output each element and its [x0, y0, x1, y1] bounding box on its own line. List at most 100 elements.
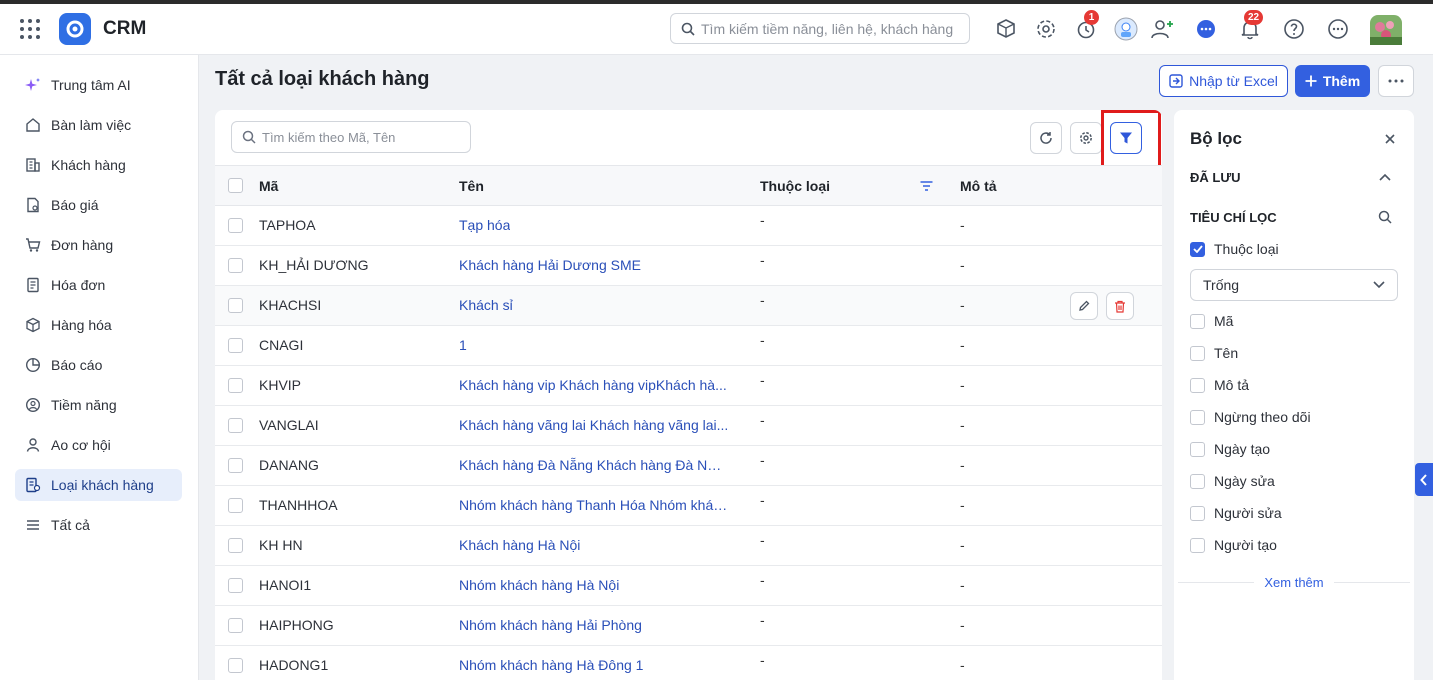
table-row[interactable]: KH HN Khách hàng Hà Nội - -: [215, 526, 1162, 566]
cell-name-link[interactable]: Khách hàng vãng lai Khách hàng vãng lai.…: [459, 417, 728, 433]
table-row[interactable]: CNAGI 1 - -: [215, 326, 1162, 366]
table-row[interactable]: DANANG Khách hàng Đà Nẵng Khách hàng Đà N…: [215, 446, 1162, 486]
row-checkbox[interactable]: [228, 298, 243, 313]
filter-option[interactable]: Mô tả: [1190, 377, 1249, 393]
checkbox[interactable]: [1190, 409, 1205, 425]
column-header-name[interactable]: Tên: [459, 166, 484, 205]
row-checkbox[interactable]: [228, 458, 243, 473]
checkbox[interactable]: [1190, 313, 1205, 329]
cell-name-link[interactable]: Khách hàng Đà Nẵng Khách hàng Đà Nẵn...: [459, 457, 729, 473]
settings-gear-icon[interactable]: [1034, 17, 1058, 41]
global-search-input[interactable]: [701, 20, 961, 37]
column-header-code[interactable]: Mã: [259, 166, 278, 205]
sidebar-item-products[interactable]: Hàng hóa: [15, 309, 182, 341]
sidebar-item-quotes[interactable]: Báo giá: [15, 189, 182, 221]
row-checkbox[interactable]: [228, 418, 243, 433]
app-grid-icon[interactable]: [20, 19, 40, 39]
assistant-avatar-icon[interactable]: [1114, 17, 1138, 41]
row-checkbox[interactable]: [228, 378, 243, 393]
filter-option[interactable]: Người sửa: [1190, 505, 1282, 521]
row-checkbox[interactable]: [228, 218, 243, 233]
table-row[interactable]: HADONG1 Nhóm khách hàng Hà Đông 1 - -: [215, 646, 1162, 680]
sidebar-item-customers[interactable]: Khách hàng: [15, 149, 182, 181]
help-icon[interactable]: [1282, 17, 1306, 41]
cell-name-link[interactable]: Khách hàng Hà Nội: [459, 537, 580, 553]
cell-name-link[interactable]: 1: [459, 337, 467, 353]
global-search[interactable]: [670, 13, 970, 44]
add-button[interactable]: Thêm: [1295, 65, 1370, 97]
sidebar-item-workspace[interactable]: Bàn làm việc: [15, 109, 182, 141]
collapse-panel-tab[interactable]: [1415, 463, 1433, 496]
user-avatar[interactable]: [1370, 15, 1402, 45]
row-checkbox[interactable]: [228, 578, 243, 593]
filter-option[interactable]: Ngừng theo dõi: [1190, 409, 1311, 425]
cell-name-link[interactable]: Nhóm khách hàng Hà Nội: [459, 577, 619, 593]
filter-option[interactable]: Mã: [1190, 313, 1233, 329]
column-header-desc[interactable]: Mô tả: [960, 166, 997, 205]
bell-icon[interactable]: 22: [1238, 10, 1264, 41]
filter-option[interactable]: Tên: [1190, 345, 1238, 361]
reminder-clock-icon[interactable]: 1: [1074, 10, 1099, 41]
table-row[interactable]: KH_HẢI DƯƠNG Khách hàng Hải Dương SME - -: [215, 246, 1162, 286]
row-checkbox[interactable]: [228, 498, 243, 513]
table-row[interactable]: HANOI1 Nhóm khách hàng Hà Nội - -: [215, 566, 1162, 606]
list-settings-button[interactable]: [1070, 122, 1102, 154]
sidebar-item-customer-types[interactable]: Loại khách hàng: [15, 469, 182, 501]
table-row[interactable]: TAPHOA Tạp hóa - -: [215, 206, 1162, 246]
column-filter-icon[interactable]: [920, 166, 933, 205]
checkbox[interactable]: [1190, 377, 1205, 393]
box-search-icon[interactable]: [994, 17, 1018, 41]
cell-name-link[interactable]: Nhóm khách hàng Hải Phòng: [459, 617, 642, 633]
filter-option[interactable]: Ngày sửa: [1190, 473, 1275, 489]
sidebar-item-leads[interactable]: Tiềm năng: [15, 389, 182, 421]
list-search[interactable]: [231, 121, 471, 153]
checkbox[interactable]: [1190, 505, 1205, 521]
type-value-select[interactable]: Trống: [1190, 269, 1398, 301]
column-header-type[interactable]: Thuộc loại: [760, 166, 830, 205]
sidebar-item-opportunities[interactable]: Ao cơ hội: [15, 429, 182, 461]
select-all-checkbox[interactable]: [228, 178, 243, 193]
sidebar-item-invoices[interactable]: Hóa đơn: [15, 269, 182, 301]
table-row[interactable]: HAIPHONG Nhóm khách hàng Hải Phòng - -: [215, 606, 1162, 646]
filter-option[interactable]: Ngày tạo: [1190, 441, 1270, 457]
chat-icon[interactable]: [1194, 17, 1218, 41]
import-excel-button[interactable]: Nhập từ Excel: [1159, 65, 1288, 97]
see-more-link[interactable]: Xem thêm: [1254, 575, 1333, 590]
saved-filters-heading[interactable]: ĐÃ LƯU: [1190, 170, 1241, 185]
filter-option-type[interactable]: Thuộc loại: [1190, 241, 1279, 257]
chevron-up-icon[interactable]: [1375, 167, 1395, 187]
delete-button[interactable]: [1106, 292, 1134, 320]
cell-name-link[interactable]: Khách hàng Hải Dương SME: [459, 257, 641, 273]
edit-button[interactable]: [1070, 292, 1098, 320]
row-checkbox[interactable]: [228, 338, 243, 353]
criteria-search-icon[interactable]: [1375, 207, 1395, 227]
row-checkbox[interactable]: [228, 258, 243, 273]
checkbox[interactable]: [1190, 345, 1205, 361]
checkbox[interactable]: [1190, 473, 1205, 489]
row-checkbox[interactable]: [228, 658, 243, 673]
list-search-input[interactable]: [262, 129, 462, 145]
cell-name-link[interactable]: Nhóm khách hàng Hà Đông 1: [459, 657, 643, 673]
page-more-button[interactable]: [1378, 65, 1414, 97]
more-options-icon[interactable]: [1326, 17, 1350, 41]
table-row[interactable]: KHVIP Khách hàng vip Khách hàng vipKhách …: [215, 366, 1162, 406]
filter-option[interactable]: Người tạo: [1190, 537, 1277, 553]
cell-name-link[interactable]: Khách sỉ: [459, 297, 513, 313]
row-checkbox[interactable]: [228, 618, 243, 633]
row-checkbox[interactable]: [228, 538, 243, 553]
refresh-button[interactable]: [1030, 122, 1062, 154]
cell-name-link[interactable]: Tạp hóa: [459, 217, 510, 233]
crm-logo-icon[interactable]: [59, 13, 91, 45]
sidebar-item-all[interactable]: Tất cả: [15, 509, 182, 541]
checked-checkbox-icon[interactable]: [1190, 241, 1205, 257]
table-row[interactable]: VANGLAI Khách hàng vãng lai Khách hàng vã…: [215, 406, 1162, 446]
table-row[interactable]: THANHHOA Nhóm khách hàng Thanh Hóa Nhóm k…: [215, 486, 1162, 526]
checkbox[interactable]: [1190, 537, 1205, 553]
add-user-icon[interactable]: [1150, 17, 1174, 41]
checkbox[interactable]: [1190, 441, 1205, 457]
cell-name-link[interactable]: Khách hàng vip Khách hàng vipKhách hà...: [459, 377, 727, 393]
sidebar-item-orders[interactable]: Đơn hàng: [15, 229, 182, 261]
close-icon[interactable]: [1380, 129, 1400, 149]
sidebar-item-reports[interactable]: Báo cáo: [15, 349, 182, 381]
sidebar-item-ai-center[interactable]: Trung tâm AI: [15, 69, 182, 101]
